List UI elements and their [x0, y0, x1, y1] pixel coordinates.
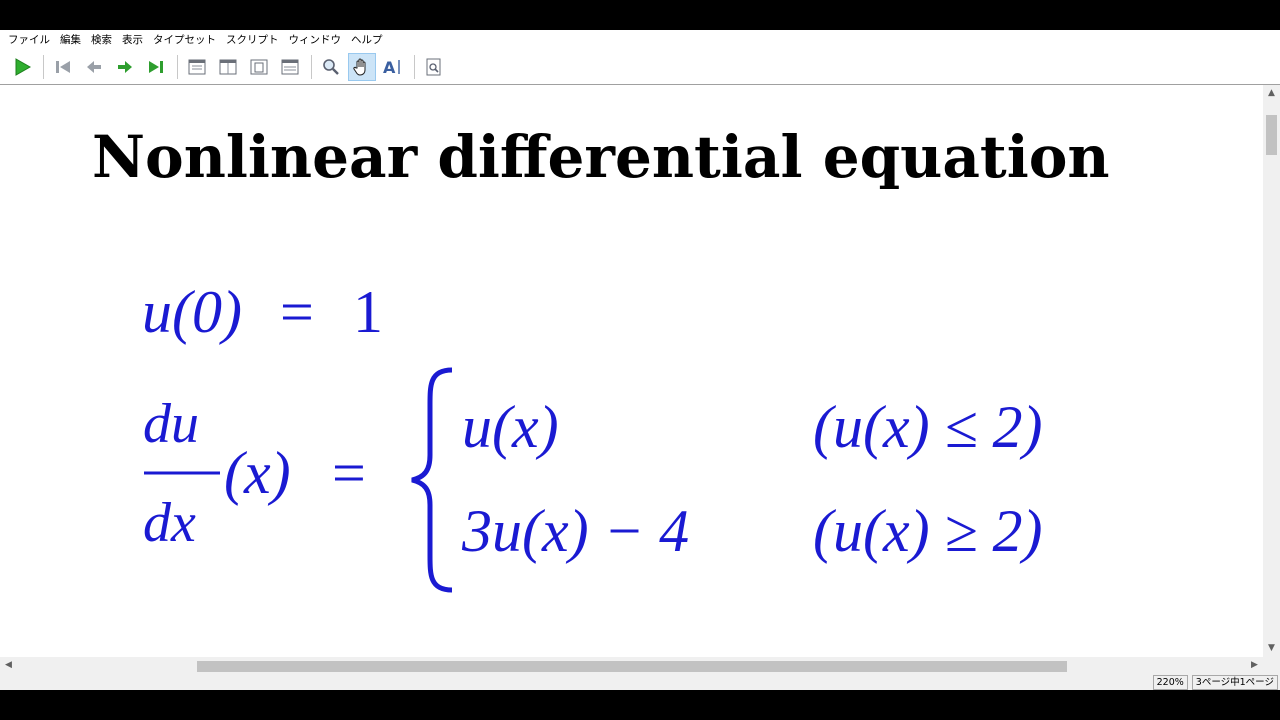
- menu-bar: ファイル 編集 検索 表示 タイプセット スクリプト ウィンドウ ヘルプ: [0, 30, 1280, 50]
- fit-width-icon: [281, 59, 299, 75]
- viewer-window: ファイル 編集 検索 表示 タイプセット スクリプト ウィンドウ ヘルプ A N…: [0, 30, 1280, 690]
- scroll-up-icon[interactable]: ▲: [1263, 85, 1280, 102]
- pdf-viewer[interactable]: Nonlinear differential equation u(0) = 1…: [0, 84, 1280, 674]
- last-page-button[interactable]: [142, 53, 170, 81]
- first-page-icon: [56, 61, 70, 73]
- case-1-condition: (u(x) ≤ 2): [813, 394, 1042, 460]
- page-search-button[interactable]: [420, 53, 448, 81]
- math-block: u(0) = 1 du dx (x) = u(x) (u(x) ≤ 2) 3u(…: [142, 279, 1042, 593]
- menu-view[interactable]: 表示: [118, 30, 149, 50]
- zoom-button[interactable]: [317, 53, 345, 81]
- next-page-icon: [118, 61, 132, 73]
- menu-typeset[interactable]: タイプセット: [149, 30, 222, 50]
- initial-condition-eq: =: [280, 279, 314, 345]
- toolbar-separator: [311, 55, 312, 79]
- toolbar-separator: [43, 55, 44, 79]
- page-indicator: 3ページ中1ページ: [1191, 674, 1278, 690]
- menu-help[interactable]: ヘルプ: [347, 30, 389, 50]
- scroll-left-icon[interactable]: ◀: [0, 657, 17, 674]
- single-page-button[interactable]: [183, 53, 211, 81]
- previous-page-icon: [87, 61, 101, 73]
- hand-pan-icon: [353, 58, 366, 76]
- double-page-button[interactable]: [214, 53, 242, 81]
- scroll-right-icon[interactable]: ▶: [1246, 657, 1263, 674]
- text-select-icon: A: [383, 58, 400, 77]
- scrollbar-corner: [1263, 657, 1280, 674]
- case-2-expr: 3u(x) − 4: [461, 498, 689, 564]
- vertical-scroll-thumb[interactable]: [1266, 115, 1277, 155]
- last-page-icon: [149, 61, 163, 73]
- page-search-icon: [426, 58, 441, 76]
- fraction-denominator: dx: [143, 492, 196, 554]
- horizontal-scroll-thumb[interactable]: [197, 661, 1067, 672]
- menu-edit[interactable]: 編集: [56, 30, 87, 50]
- toolbar-separator: [177, 55, 178, 79]
- cases-brace: [411, 367, 453, 593]
- page-layout-single-icon: [188, 59, 206, 75]
- page-layout-double-icon: [219, 59, 237, 75]
- initial-condition-rhs: 1: [353, 279, 383, 345]
- menu-script[interactable]: スクリプト: [222, 30, 285, 50]
- pdf-page[interactable]: Nonlinear differential equation u(0) = 1…: [0, 85, 1263, 657]
- scroll-down-icon[interactable]: ▼: [1263, 640, 1280, 657]
- play-typeset-icon: [15, 58, 32, 76]
- fit-width-button[interactable]: [276, 53, 304, 81]
- case-1-expr: u(x): [462, 394, 559, 460]
- menu-search[interactable]: 検索: [87, 30, 118, 50]
- text-select-button[interactable]: A: [379, 53, 407, 81]
- horizontal-scrollbar[interactable]: ◀ ▶: [0, 657, 1263, 674]
- menu-file[interactable]: ファイル: [4, 30, 56, 50]
- fit-page-icon: [250, 59, 268, 75]
- case-2-condition: (u(x) ≥ 2): [813, 498, 1042, 564]
- next-page-button[interactable]: [111, 53, 139, 81]
- hand-tool-button[interactable]: [348, 53, 376, 81]
- ode-argument: (x): [224, 440, 291, 506]
- typeset-button[interactable]: [8, 53, 36, 81]
- menu-window[interactable]: ウィンドウ: [285, 30, 348, 50]
- toolbar-separator: [414, 55, 415, 79]
- svg-text:A: A: [383, 58, 396, 77]
- magnifier-icon: [323, 59, 339, 75]
- toolbar: A: [0, 50, 1280, 84]
- zoom-level[interactable]: 220%: [1152, 674, 1188, 690]
- vertical-scrollbar[interactable]: ▲ ▼: [1263, 85, 1280, 657]
- status-bar: 220% 3ページ中1ページ: [0, 674, 1280, 690]
- ode-eq: =: [332, 440, 366, 506]
- fit-page-button[interactable]: [245, 53, 273, 81]
- previous-page-button[interactable]: [80, 53, 108, 81]
- first-page-button[interactable]: [49, 53, 77, 81]
- initial-condition-lhs: u(0): [142, 279, 242, 345]
- fraction-numerator: du: [143, 393, 199, 455]
